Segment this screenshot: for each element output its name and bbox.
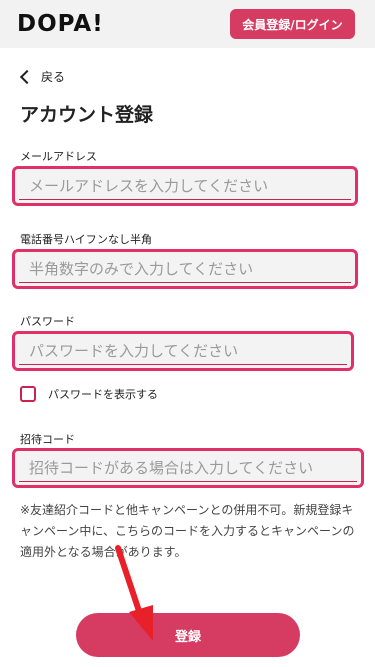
password-label: パスワード <box>20 315 75 328</box>
email-label: メールアドレス <box>20 150 97 163</box>
phone-placeholder: 半角数字のみで入力してください <box>19 255 351 283</box>
page-title: アカウント登録 <box>20 104 154 126</box>
campaign-note: ※友達紹介コードと他キャンペーンとの併用不可。新規登録キャンペーン中に、こちらの… <box>20 503 355 559</box>
signup-login-button[interactable]: 会員登録/ログイン <box>230 9 355 39</box>
back-label: 戻る <box>41 70 66 84</box>
invite-code-field[interactable]: 招待コードがある場合は入力してください <box>12 448 364 488</box>
show-password-row[interactable]: パスワードを表示する <box>20 386 158 402</box>
phone-field[interactable]: 半角数字のみで入力してください <box>12 249 358 289</box>
phone-label: 電話番号ハイフンなし半角 <box>20 233 152 246</box>
show-password-checkbox[interactable] <box>20 386 36 402</box>
header: DOPA! 会員登録/ログイン <box>0 0 375 48</box>
registration-page: DOPA! 会員登録/ログイン 戻る アカウント登録 メールアドレス メールアド… <box>0 0 375 667</box>
back-link[interactable]: 戻る <box>19 68 66 85</box>
password-field[interactable]: パスワードを入力してください <box>12 331 354 371</box>
email-placeholder: メールアドレスを入力してください <box>19 172 351 200</box>
register-button[interactable]: 登録 <box>76 613 300 657</box>
logo[interactable]: DOPA! <box>17 11 104 37</box>
show-password-label: パスワードを表示する <box>48 388 158 401</box>
email-field[interactable]: メールアドレスを入力してください <box>12 166 358 206</box>
invite-code-placeholder: 招待コードがある場合は入力してください <box>19 454 357 482</box>
password-placeholder: パスワードを入力してください <box>19 337 347 365</box>
chevron-left-icon <box>19 69 35 84</box>
invite-code-label: 招待コード <box>20 433 75 446</box>
